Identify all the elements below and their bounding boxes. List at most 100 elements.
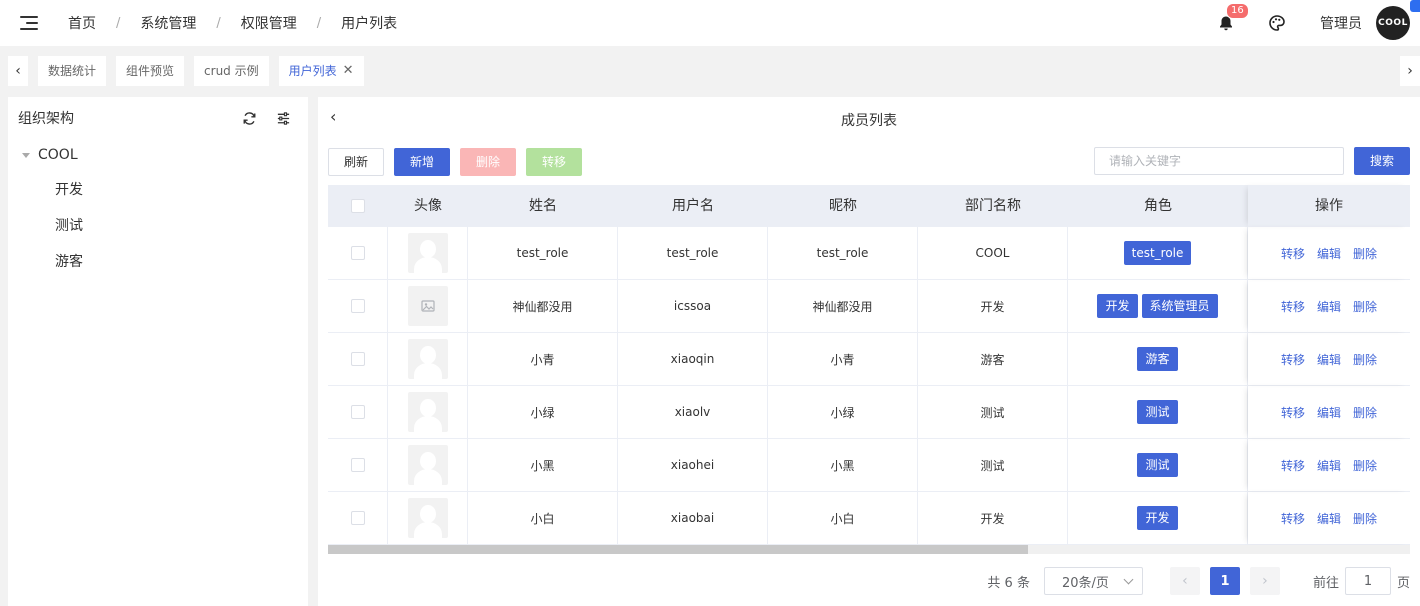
filter-settings-icon[interactable]: [274, 109, 292, 127]
nickname-cell: 小青: [768, 333, 918, 385]
breadcrumb-system[interactable]: 系统管理: [140, 13, 196, 33]
page-size-select[interactable]: 20条/页: [1043, 567, 1143, 595]
edit-action-link[interactable]: 编辑: [1317, 298, 1341, 315]
move-action-link[interactable]: 转移: [1281, 457, 1305, 474]
tree-node-root[interactable]: COOL: [8, 139, 308, 171]
tabs-scroll-left-icon[interactable]: ‹: [8, 56, 28, 86]
move-action-link[interactable]: 转移: [1281, 404, 1305, 421]
tree-node-guest[interactable]: 游客: [8, 243, 308, 279]
table-row[interactable]: 小黑 xiaohei 小黑 测试 测试 转移 编辑 删除: [328, 439, 1410, 492]
delete-action-link[interactable]: 删除: [1353, 404, 1377, 421]
table-row[interactable]: 神仙都没用 icssoa 神仙都没用 开发 开发 系统管理员 转移 编辑 删除: [328, 280, 1410, 333]
column-header: 操作: [1248, 185, 1410, 227]
page-number-current[interactable]: 1: [1209, 567, 1240, 595]
user-avatar[interactable]: COOL: [1376, 6, 1410, 40]
menu-toggle-icon[interactable]: [20, 16, 38, 30]
username-cell: icssoa: [618, 280, 768, 332]
delete-button[interactable]: 删除: [460, 148, 516, 176]
search-button[interactable]: 搜索: [1354, 147, 1410, 175]
tree-node-test[interactable]: 测试: [8, 207, 308, 243]
tab-close-icon[interactable]: ✕: [343, 56, 354, 86]
scrollbar-thumb[interactable]: [328, 545, 1028, 554]
user-avatar-icon: [407, 445, 448, 485]
horizontal-scrollbar[interactable]: [328, 545, 1410, 554]
avatar-cell: [388, 386, 468, 438]
prev-page-button[interactable]: ‹: [1169, 567, 1200, 595]
move-action-link[interactable]: 转移: [1281, 245, 1305, 262]
user-avatar-icon: [407, 233, 448, 273]
row-checkbox[interactable]: [350, 405, 365, 419]
row-checkbox[interactable]: [350, 299, 365, 313]
delete-action-link[interactable]: 删除: [1353, 510, 1377, 527]
department-cell: 开发: [918, 280, 1068, 332]
tree-node-dev[interactable]: 开发: [8, 171, 308, 207]
tab-data-stats[interactable]: 数据统计: [38, 56, 107, 86]
edit-action-link[interactable]: 编辑: [1317, 351, 1341, 368]
username-cell: xiaobai: [618, 492, 768, 544]
row-checkbox[interactable]: [350, 352, 365, 366]
row-checkbox[interactable]: [350, 511, 365, 525]
notification-bell-icon[interactable]: 16: [1218, 3, 1249, 31]
delete-action-link[interactable]: 删除: [1353, 245, 1377, 262]
roles-cell: 测试: [1068, 439, 1248, 491]
move-action-link[interactable]: 转移: [1281, 510, 1305, 527]
top-header: 首页 / 系统管理 / 权限管理 / 用户列表 16 管理员 COOL: [0, 0, 1420, 46]
department-cell: 测试: [918, 386, 1068, 438]
delete-action-link[interactable]: 删除: [1353, 351, 1377, 368]
breadcrumb-permission[interactable]: 权限管理: [241, 13, 297, 33]
move-button[interactable]: 转移: [526, 148, 582, 176]
tab-component-preview[interactable]: 组件预览: [116, 56, 185, 86]
roles-cell: 开发: [1068, 492, 1248, 544]
breadcrumb-home[interactable]: 首页: [68, 13, 96, 33]
delete-action-link[interactable]: 删除: [1353, 457, 1377, 474]
row-checkbox[interactable]: [350, 246, 365, 260]
table-row[interactable]: 小青 xiaoqin 小青 游客 游客 转移 编辑 删除: [328, 333, 1410, 386]
nickname-cell: test_role: [768, 227, 918, 279]
move-action-link[interactable]: 转移: [1281, 351, 1305, 368]
user-avatar-icon: [407, 339, 448, 379]
role-tag: 测试: [1137, 453, 1178, 477]
edit-action-link[interactable]: 编辑: [1317, 510, 1341, 527]
tab-crud-example[interactable]: crud 示例: [194, 56, 269, 86]
tree-node-label: COOL: [38, 147, 78, 163]
page-title: 成员列表: [841, 113, 897, 129]
org-tree-header: 组织架构: [8, 97, 308, 139]
goto-page-input[interactable]: [1344, 567, 1391, 595]
search-input[interactable]: [1094, 147, 1344, 175]
select-cell: [328, 439, 388, 491]
tabs-scroll-right-icon[interactable]: ›: [1400, 56, 1420, 86]
table-row[interactable]: test_role test_role test_role COOL test_role…: [328, 227, 1410, 280]
tab-user-list[interactable]: 用户列表 ✕: [278, 56, 364, 86]
table-row[interactable]: 小白 xiaobai 小白 开发 开发 转移 编辑 删除: [328, 492, 1410, 545]
edit-action-link[interactable]: 编辑: [1317, 245, 1341, 262]
table-row[interactable]: 小绿 xiaolv 小绿 测试 测试 转移 编辑 删除: [328, 386, 1410, 439]
member-list-header: ‹ 成员列表: [318, 97, 1420, 139]
department-cell: COOL: [918, 227, 1068, 279]
tab-label: crud 示例: [204, 64, 259, 78]
username-cell: xiaoqin: [618, 333, 768, 385]
select-all-cell: [328, 185, 388, 227]
nickname-cell: 小绿: [768, 386, 918, 438]
delete-action-link[interactable]: 删除: [1353, 298, 1377, 315]
move-action-link[interactable]: 转移: [1281, 298, 1305, 315]
member-list-panel: ‹ 成员列表 刷新 新增 删除 转移 搜索 头像 姓名 用户名 昵称 部门名称 …: [318, 97, 1420, 606]
name-cell: 小绿: [468, 386, 618, 438]
org-tree-title: 组织架构: [18, 111, 74, 127]
username-cell: xiaolv: [618, 386, 768, 438]
add-button[interactable]: 新增: [394, 148, 450, 176]
role-tag: 开发: [1137, 506, 1178, 530]
refresh-icon[interactable]: [240, 109, 258, 127]
notification-badge: 16: [1226, 3, 1249, 19]
row-checkbox[interactable]: [350, 458, 365, 472]
edit-action-link[interactable]: 编辑: [1317, 404, 1341, 421]
user-name[interactable]: 管理员: [1320, 13, 1362, 33]
select-all-checkbox[interactable]: [351, 199, 365, 213]
caret-down-icon[interactable]: [22, 152, 30, 158]
refresh-button[interactable]: 刷新: [328, 148, 384, 176]
next-page-button[interactable]: ›: [1249, 567, 1280, 595]
edit-action-link[interactable]: 编辑: [1317, 457, 1341, 474]
nickname-cell: 小白: [768, 492, 918, 544]
theme-palette-icon[interactable]: [1268, 14, 1286, 32]
column-header: 用户名: [672, 198, 714, 214]
department-cell: 开发: [918, 492, 1068, 544]
